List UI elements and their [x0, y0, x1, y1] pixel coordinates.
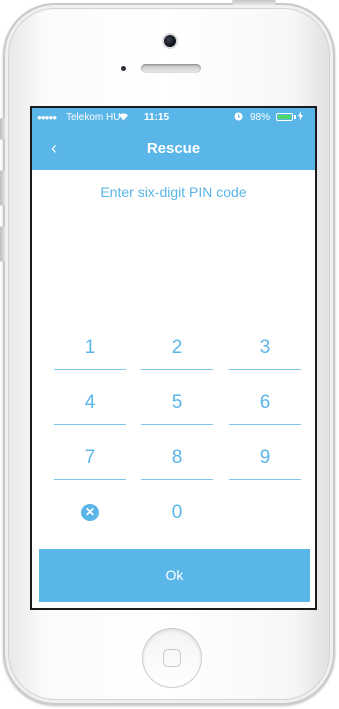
ok-button[interactable]: Ok: [39, 549, 310, 602]
status-time: 11:15: [144, 112, 170, 123]
key-6[interactable]: 6: [229, 383, 301, 425]
key-3[interactable]: 3: [229, 328, 301, 370]
battery-level: [278, 115, 291, 119]
power-button: [232, 0, 276, 5]
screen: ●●●●● Telekom HU 11:15 98% ‹ Rescue Ente…: [30, 106, 317, 610]
front-camera: [164, 35, 176, 47]
proximity-sensor: [121, 66, 126, 71]
key-4[interactable]: 4: [54, 383, 126, 425]
key-8[interactable]: 8: [141, 438, 213, 480]
key-5[interactable]: 5: [141, 383, 213, 425]
mute-switch: [0, 118, 5, 140]
home-square-icon: [163, 649, 181, 667]
key-2[interactable]: 2: [141, 328, 213, 370]
battery-icon: [276, 113, 293, 121]
backspace-icon: ✕: [81, 504, 99, 521]
status-bar: ●●●●● Telekom HU 11:15 98%: [32, 108, 315, 128]
earpiece-speaker: [141, 64, 201, 73]
alarm-icon: [234, 112, 243, 123]
key-7[interactable]: 7: [54, 438, 126, 480]
page-title: Rescue: [146, 140, 201, 157]
key-9[interactable]: 9: [229, 438, 301, 480]
wifi-icon: [118, 112, 129, 124]
carrier-name: Telekom HU: [66, 112, 121, 123]
signal-strength: ●●●●●: [37, 113, 57, 122]
pin-prompt: Enter six-digit PIN code: [100, 184, 247, 200]
battery-percent: 98%: [250, 112, 271, 123]
volume-down-button: [0, 226, 5, 262]
key-1[interactable]: 1: [54, 328, 126, 370]
home-button[interactable]: [142, 628, 202, 688]
charging-icon: [298, 111, 303, 123]
navigation-bar: ‹ Rescue: [32, 128, 315, 170]
key-0[interactable]: 0: [141, 493, 213, 535]
battery-tip: [294, 115, 296, 119]
delete-button[interactable]: ✕: [54, 493, 126, 535]
volume-up-button: [0, 170, 5, 206]
